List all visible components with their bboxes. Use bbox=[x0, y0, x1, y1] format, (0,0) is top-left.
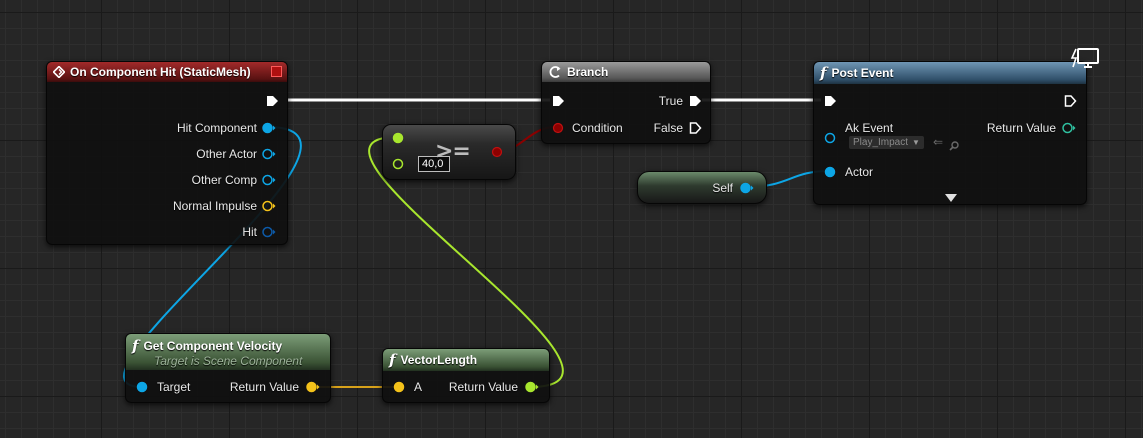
length-return-label: Return Value bbox=[448, 380, 518, 394]
velocity-return-label: Return Value bbox=[229, 380, 299, 394]
compare-output-pin[interactable] bbox=[491, 146, 503, 158]
development-only-monitor-icon bbox=[1070, 47, 1100, 76]
false-exec-pin[interactable] bbox=[689, 122, 702, 134]
true-label: True bbox=[658, 94, 683, 108]
other-comp-pin[interactable] bbox=[262, 174, 276, 186]
use-selected-arrow-icon[interactable]: ⇐ bbox=[933, 135, 943, 149]
false-label: False bbox=[653, 121, 683, 135]
branch-title: Branch bbox=[567, 65, 609, 79]
get-component-velocity-subtitle: Target is Scene Component bbox=[154, 353, 303, 368]
other-actor-pin[interactable] bbox=[262, 148, 276, 160]
ak-event-label: Ak Event bbox=[845, 121, 894, 135]
pin-label-hit-component: Hit Component bbox=[176, 121, 257, 135]
browse-search-icon[interactable] bbox=[949, 138, 959, 156]
vector-input-pin[interactable] bbox=[393, 381, 405, 393]
expand-arrow-icon[interactable] bbox=[945, 189, 957, 207]
vector-input-label: A bbox=[414, 380, 423, 394]
function-icon: f bbox=[389, 351, 396, 369]
get-component-velocity-node[interactable]: f Get Component Velocity Target is Scene… bbox=[125, 333, 331, 403]
get-component-velocity-header[interactable]: f Get Component Velocity Target is Scene… bbox=[126, 334, 330, 370]
condition-label: Condition bbox=[572, 121, 623, 135]
ak-event-dropdown[interactable]: Play_Impact ▼ bbox=[849, 136, 924, 149]
delegate-pin-icon[interactable] bbox=[271, 66, 282, 77]
post-event-exec-in-pin[interactable] bbox=[824, 95, 836, 107]
post-event-title: Post Event bbox=[831, 66, 894, 80]
post-event-node[interactable]: f Post Event Ak Event Play_Impact ▼ ⇐ Re… bbox=[813, 61, 1087, 205]
on-component-hit-node[interactable]: On Component Hit (StaticMesh) Hit Compon… bbox=[46, 61, 288, 245]
post-event-exec-out-pin[interactable] bbox=[1064, 95, 1077, 107]
actor-label: Actor bbox=[845, 165, 874, 179]
true-exec-pin[interactable] bbox=[689, 95, 701, 107]
dropdown-arrow-icon: ▼ bbox=[912, 138, 920, 147]
pin-label-normal-impulse: Normal Impulse bbox=[172, 199, 257, 213]
target-pin[interactable] bbox=[136, 381, 148, 393]
on-component-hit-header[interactable]: On Component Hit (StaticMesh) bbox=[47, 62, 287, 82]
pin-label-other-actor: Other Actor bbox=[196, 147, 257, 161]
velocity-return-pin[interactable] bbox=[306, 381, 320, 393]
self-reference-node[interactable]: Self bbox=[637, 171, 767, 204]
post-event-header[interactable]: f Post Event bbox=[814, 62, 1086, 84]
vector-length-node[interactable]: f VectorLength A Return Value bbox=[382, 348, 550, 403]
post-event-return-pin[interactable] bbox=[1062, 122, 1076, 134]
normal-impulse-pin[interactable] bbox=[262, 200, 276, 212]
self-label: Self bbox=[712, 181, 733, 195]
hit-component-pin[interactable] bbox=[262, 122, 276, 134]
event-diamond-icon bbox=[53, 66, 65, 78]
compare-operator: >= bbox=[435, 139, 471, 164]
greater-equal-node[interactable]: 40,0 >= bbox=[382, 124, 516, 180]
branch-exec-in-pin[interactable] bbox=[552, 95, 564, 107]
post-event-return-label: Return Value bbox=[986, 121, 1056, 135]
pin-label-other-comp: Other Comp bbox=[191, 173, 257, 187]
actor-pin[interactable] bbox=[824, 166, 836, 178]
hit-pin[interactable] bbox=[262, 226, 276, 238]
function-icon: f bbox=[820, 64, 827, 82]
get-component-velocity-title: Get Component Velocity bbox=[143, 338, 283, 353]
compare-input-b-pin[interactable] bbox=[392, 158, 404, 170]
length-return-pin[interactable] bbox=[525, 381, 539, 393]
target-label: Target bbox=[157, 380, 191, 394]
on-component-hit-title: On Component Hit (StaticMesh) bbox=[70, 65, 251, 79]
branch-header[interactable]: Branch bbox=[542, 62, 710, 82]
branch-node[interactable]: Branch Condition True False bbox=[541, 61, 711, 144]
vector-length-header[interactable]: f VectorLength bbox=[383, 349, 549, 371]
function-icon: f bbox=[132, 336, 139, 355]
branch-icon bbox=[548, 66, 562, 78]
condition-pin[interactable] bbox=[552, 122, 564, 134]
self-output-pin[interactable] bbox=[740, 182, 754, 194]
ak-event-pin[interactable] bbox=[824, 132, 836, 144]
compare-input-a-pin[interactable] bbox=[392, 132, 404, 144]
pin-label-hit: Hit bbox=[242, 225, 257, 239]
event-exec-out-pin[interactable] bbox=[266, 95, 278, 107]
ak-event-value: Play_Impact bbox=[853, 137, 909, 148]
vector-length-title: VectorLength bbox=[400, 353, 478, 367]
